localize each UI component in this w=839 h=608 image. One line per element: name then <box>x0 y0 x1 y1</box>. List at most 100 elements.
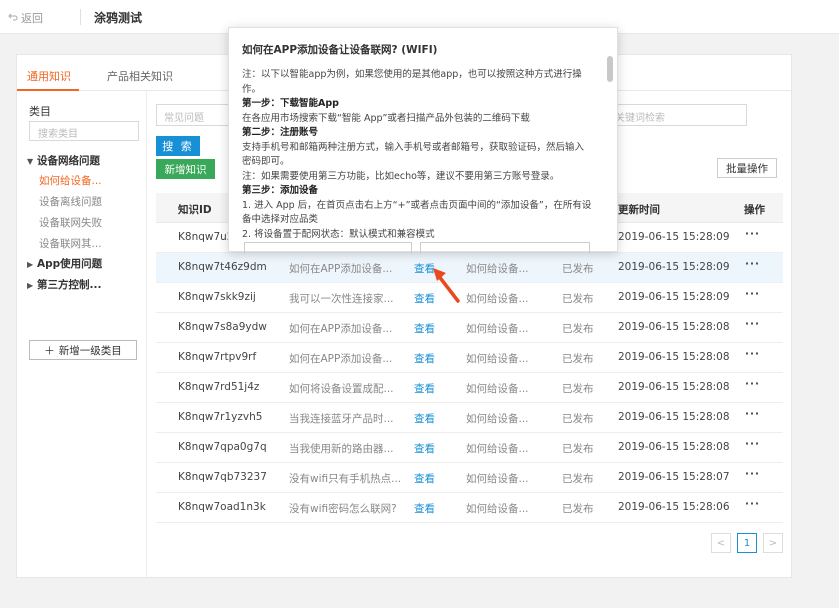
updated-time: 2019-06-15 15:28:08 <box>618 351 730 363</box>
knowledge-id: K8nqw7s8a9ydw <box>178 321 267 333</box>
batch-operation-button[interactable]: 批量操作 <box>717 158 777 178</box>
knowledge-title: 没有wifi密码怎么联网? <box>289 503 397 515</box>
knowledge-id: K8nqw7skk9zij <box>178 291 256 303</box>
new-knowledge-button[interactable]: 新增知识 <box>156 159 215 179</box>
table-row[interactable]: K8nqw7skk9zij 我可以一次性连接家... 查看 如何给设备... 已发布 20… <box>156 283 783 313</box>
caret-right-icon: ▶ <box>27 260 34 269</box>
knowledge-id: K8nqw7qb73237 <box>178 471 267 483</box>
tab-product-knowledge[interactable]: 产品相关知识 <box>107 68 173 84</box>
pagination: < 1 > <box>711 533 783 553</box>
more-actions-button[interactable]: ··· <box>745 468 760 480</box>
popover-paragraph: 注：以下以智能app为例，如果您使用的是其他app，也可以按照这种方式进行操作。 <box>242 69 582 95</box>
tree-group-network[interactable]: ▼ 设备网络问题 <box>27 153 100 168</box>
preview-image-right <box>420 242 590 254</box>
status-label: 已发布 <box>562 413 594 425</box>
knowledge-title: 当我连接蓝牙产品时... <box>289 413 394 425</box>
more-actions-button[interactable]: ··· <box>745 348 760 360</box>
caret-right-icon: ▶ <box>27 281 34 290</box>
status-label: 已发布 <box>562 323 594 335</box>
view-link[interactable]: 查看 <box>414 411 435 426</box>
view-link[interactable]: 查看 <box>414 321 435 336</box>
popover-title: 如何在APP添加设备让设备联网? (WIFI) <box>242 44 438 56</box>
table-row[interactable]: K8nqw7t46z9dm 如何在APP添加设备... 查看 如何给设备... 已发布 2… <box>156 253 783 283</box>
tab-general-knowledge[interactable]: 通用知识 <box>27 68 71 84</box>
table-row[interactable]: K8nqw7qb73237 没有wifi只有手机热点... 查看 如何给设备... 已发… <box>156 463 783 493</box>
table-row[interactable]: K8nqw7rtpv9rf 如何在APP添加设备... 查看 如何给设备... 已发布 2… <box>156 343 783 373</box>
prev-page-button[interactable]: < <box>711 533 731 553</box>
knowledge-id: K8nqw7r1yzvh5 <box>178 411 263 423</box>
back-arrow-icon <box>8 12 18 25</box>
popover-step-heading: 第三步：添加设备 <box>242 185 319 196</box>
more-actions-button[interactable]: ··· <box>745 378 760 390</box>
search-button[interactable]: 搜 索 <box>156 136 200 156</box>
updated-time: 2019-06-15 15:28:06 <box>618 501 730 513</box>
popover-content[interactable]: 注：以下以智能app为例，如果您使用的是其他app，也可以按照这种方式进行操作。… <box>242 68 592 248</box>
view-link[interactable]: 查看 <box>414 351 435 366</box>
category-sidebar: 类目 搜索类目 ▼ 设备网络问题 如何给设备... 设备离线问题 设备联网失败 设… <box>17 91 147 577</box>
column-header-updated: 更新时间 <box>618 204 660 216</box>
table-row[interactable]: K8nqw7rd51j4z 如何将设备设置成配... 查看 如何给设备... 已发布 20… <box>156 373 783 403</box>
plus-icon: ＋ <box>44 344 55 357</box>
table-body: K8nqw7u2d 2019-06-15 15:28:09 ··· K8nqw7t46… <box>156 223 783 523</box>
popover-paragraph: 支持手机号和邮箱两种注册方式，输入手机号或者邮箱号，获取验证码，然后输入密码即可… <box>242 141 585 168</box>
view-link[interactable]: 查看 <box>414 441 435 456</box>
knowledge-id: K8nqw7rtpv9rf <box>178 351 257 363</box>
knowledge-id: K8nqw7oad1n3k <box>178 501 266 513</box>
view-link[interactable]: 查看 <box>414 381 435 396</box>
status-label: 已发布 <box>562 293 594 305</box>
more-actions-button[interactable]: ··· <box>745 498 760 510</box>
knowledge-preview-popover: 如何在APP添加设备让设备联网? (WIFI) 注：以下以智能app为例，如果您… <box>228 27 618 254</box>
add-top-category-button[interactable]: ＋新增一级类目 <box>29 340 137 360</box>
status-label: 已发布 <box>562 383 594 395</box>
more-actions-button[interactable]: ··· <box>745 228 760 240</box>
tree-group-third-party[interactable]: ▶ 第三方控制... <box>27 277 101 292</box>
table-row[interactable]: K8nqw7oad1n3k 没有wifi密码怎么联网? 查看 如何给设备... 已发布 2… <box>156 493 783 523</box>
tree-item-how-to-device[interactable]: 如何给设备... <box>39 173 102 188</box>
page-1-button[interactable]: 1 <box>737 533 757 553</box>
view-link[interactable]: 查看 <box>414 471 435 486</box>
arrow-annotation-icon <box>430 265 462 308</box>
back-label: 返回 <box>21 12 43 25</box>
tree-group-app-usage[interactable]: ▶ App使用问题 <box>27 256 102 271</box>
knowledge-category: 如何给设备... <box>466 293 529 305</box>
updated-time: 2019-06-15 15:28:07 <box>618 471 730 483</box>
knowledge-id: K8nqw7rd51j4z <box>178 381 260 393</box>
more-actions-button[interactable]: ··· <box>745 318 760 330</box>
tree-item-device-offline[interactable]: 设备离线问题 <box>39 194 102 209</box>
knowledge-category: 如何给设备... <box>466 503 529 515</box>
view-link[interactable]: 查看 <box>414 501 435 516</box>
more-actions-button[interactable]: ··· <box>745 438 760 450</box>
updated-time: 2019-06-15 15:28:09 <box>618 261 730 273</box>
sidebar-title: 类目 <box>29 105 51 118</box>
table-row[interactable]: K8nqw7qpa0g7q 当我使用新的路由器... 查看 如何给设备... 已发布 20… <box>156 433 783 463</box>
preview-image-left <box>244 242 412 254</box>
more-actions-button[interactable]: ··· <box>745 408 760 420</box>
knowledge-category: 如何给设备... <box>466 473 529 485</box>
category-search-input[interactable]: 搜索类目 <box>29 121 139 141</box>
table-row[interactable]: K8nqw7s8a9ydw 如何在APP添加设备... 查看 如何给设备... 已发布 2… <box>156 313 783 343</box>
knowledge-category: 如何给设备... <box>466 413 529 425</box>
updated-time: 2019-06-15 15:28:08 <box>618 441 730 453</box>
status-label: 已发布 <box>562 473 594 485</box>
page-title: 涂鸦测试 <box>94 11 143 25</box>
knowledge-title: 如何将设备设置成配... <box>289 383 394 395</box>
caret-down-icon: ▼ <box>27 157 34 166</box>
back-button[interactable]: 返回 <box>8 10 43 26</box>
more-actions-button[interactable]: ··· <box>745 258 760 270</box>
status-label: 已发布 <box>562 443 594 455</box>
popover-scrollbar[interactable] <box>607 56 613 82</box>
knowledge-title: 如何在APP添加设备... <box>289 263 393 275</box>
knowledge-title: 没有wifi只有手机热点... <box>289 473 402 485</box>
knowledge-title: 当我使用新的路由器... <box>289 443 394 455</box>
more-actions-button[interactable]: ··· <box>745 288 760 300</box>
column-header-actions: 操作 <box>744 204 765 216</box>
popover-paragraph: 2. 将设备置于配网状态：默认模式和兼容模式 <box>242 228 435 240</box>
popover-paragraph: 1. 进入 App 后，在首页点击右上方“+”或者点击页面中间的“添加设备”，在… <box>242 199 592 226</box>
keyword-search-input[interactable]: 关键词检索 <box>607 104 747 126</box>
knowledge-id: K8nqw7qpa0g7q <box>178 441 267 453</box>
next-page-button[interactable]: > <box>763 533 783 553</box>
tree-item-network-other[interactable]: 设备联网其... <box>39 236 102 251</box>
table-row[interactable]: K8nqw7r1yzvh5 当我连接蓝牙产品时... 查看 如何给设备... 已发布 20… <box>156 403 783 433</box>
tree-item-network-failed[interactable]: 设备联网失败 <box>39 215 102 230</box>
updated-time: 2019-06-15 15:28:08 <box>618 411 730 423</box>
